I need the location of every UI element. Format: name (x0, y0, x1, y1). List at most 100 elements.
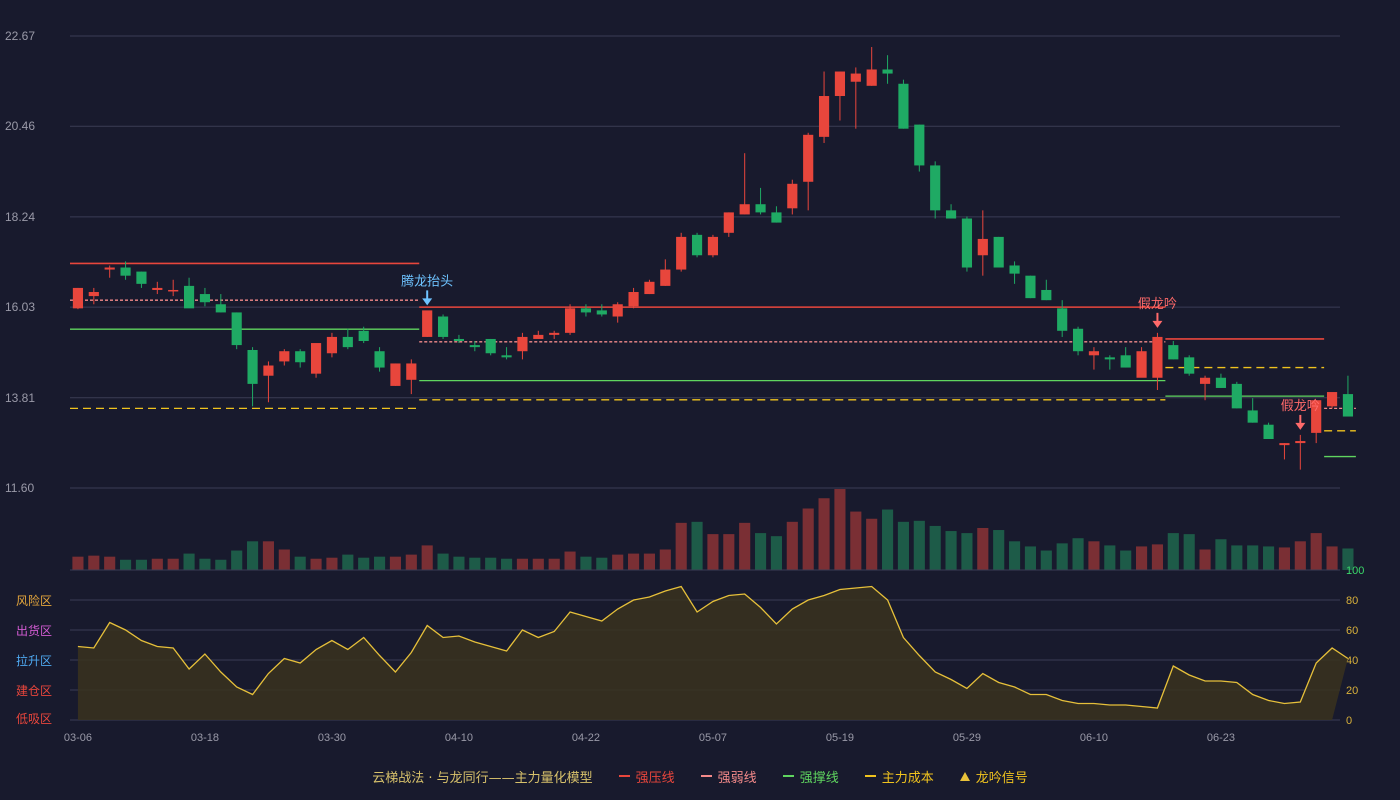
candle (1009, 261, 1020, 284)
oscillator-zone-label: 低吸区 (16, 712, 52, 726)
legend-label-cost: 主力成本 (881, 770, 934, 786)
candle (1342, 375, 1354, 417)
candle (612, 302, 623, 323)
volume-bar (564, 551, 576, 570)
candle-body (723, 212, 734, 233)
candle (1263, 422, 1274, 440)
volume-bar (421, 545, 433, 570)
volume-bar (1263, 546, 1275, 570)
candle (406, 359, 417, 395)
candle-body (945, 210, 957, 219)
volume-bar (628, 553, 640, 570)
volume-bar (1024, 546, 1036, 570)
triangle-icon (959, 771, 970, 781)
volume-bar (1040, 550, 1052, 570)
candle-body (771, 212, 782, 223)
candle (676, 232, 687, 272)
candle-body (1295, 441, 1306, 444)
x-tick-label: 03-06 (64, 732, 92, 744)
candle-body (501, 355, 512, 358)
candles (72, 47, 1354, 470)
candle (1295, 434, 1306, 470)
candle-body (120, 267, 131, 276)
candle-body (1184, 357, 1195, 374)
candle (1247, 398, 1258, 423)
signal-label: 假龙吟 (1138, 296, 1177, 312)
candle-body (1263, 424, 1274, 440)
candle-body (1231, 383, 1242, 409)
candle (231, 312, 242, 350)
volume-bar (1247, 545, 1259, 570)
candle-body (485, 338, 496, 354)
volume-bar (882, 509, 894, 570)
price-tick-label: 11.60 (5, 481, 34, 495)
candle-body (1025, 275, 1036, 299)
candle-body (1199, 377, 1211, 384)
volume-bar (770, 536, 782, 570)
volume-bar (88, 555, 100, 570)
candle (723, 212, 734, 237)
candle-body (818, 96, 830, 137)
candle (1231, 381, 1242, 409)
candle (1120, 347, 1131, 368)
candle-body (866, 69, 877, 86)
volume-bar (358, 557, 370, 570)
candle-body (993, 236, 1004, 268)
candle (1088, 347, 1100, 370)
candle-body (517, 336, 528, 352)
candle-body (803, 134, 814, 182)
candle-body (914, 124, 925, 166)
candle (691, 232, 703, 258)
volume-bar (294, 556, 306, 570)
candle-body (406, 363, 417, 380)
legend-title: 云梯战法 · 与龙同行——主力量化模型 (372, 767, 592, 786)
candle (485, 338, 496, 356)
x-tick-label: 06-10 (1080, 732, 1108, 744)
legend-label-signal: 龙吟信号 (975, 770, 1028, 786)
candle (1184, 355, 1195, 376)
x-tick-label: 04-10 (445, 732, 473, 744)
candle (1025, 275, 1036, 299)
candle (834, 71, 846, 121)
candle (1152, 332, 1163, 391)
candle-body (1088, 351, 1100, 356)
volume-bar (262, 541, 274, 570)
candle (215, 294, 226, 313)
volume-bar (1278, 547, 1290, 570)
candle (628, 287, 639, 309)
candle-body (834, 71, 846, 97)
candle (882, 55, 893, 84)
price-tick-label: 16.03 (5, 300, 35, 314)
candle-body (453, 338, 465, 342)
volume-bar (516, 558, 528, 570)
volume-bar (802, 508, 814, 570)
candle-body (1057, 308, 1068, 331)
volume-bars (72, 489, 1354, 570)
volume-bar (913, 520, 925, 570)
legend-item-signal: 龙吟信号 (959, 767, 1028, 786)
legend-label-resist: 强压线 (635, 770, 675, 786)
candle (787, 179, 798, 215)
candle (422, 310, 433, 337)
candle-body (1168, 345, 1179, 360)
candle (1168, 341, 1179, 360)
candle-body (422, 310, 433, 337)
volume-bar (818, 498, 830, 570)
candle (1072, 326, 1084, 356)
candle (437, 314, 449, 339)
volume-bar (501, 558, 513, 570)
candle-body (469, 345, 480, 348)
candle-body (1215, 377, 1227, 388)
legend-label-weak: 强弱线 (717, 770, 757, 786)
resist-line-swatch (618, 775, 630, 777)
volume-bar (167, 558, 179, 570)
volume-bar (120, 559, 132, 570)
candle-body (596, 310, 607, 315)
candle (183, 277, 195, 309)
volume-bar (1104, 545, 1116, 570)
candle-body (199, 294, 211, 303)
candle-body (183, 285, 195, 309)
candle (755, 187, 766, 215)
candle (993, 236, 1004, 268)
volume-bar (1136, 546, 1148, 570)
